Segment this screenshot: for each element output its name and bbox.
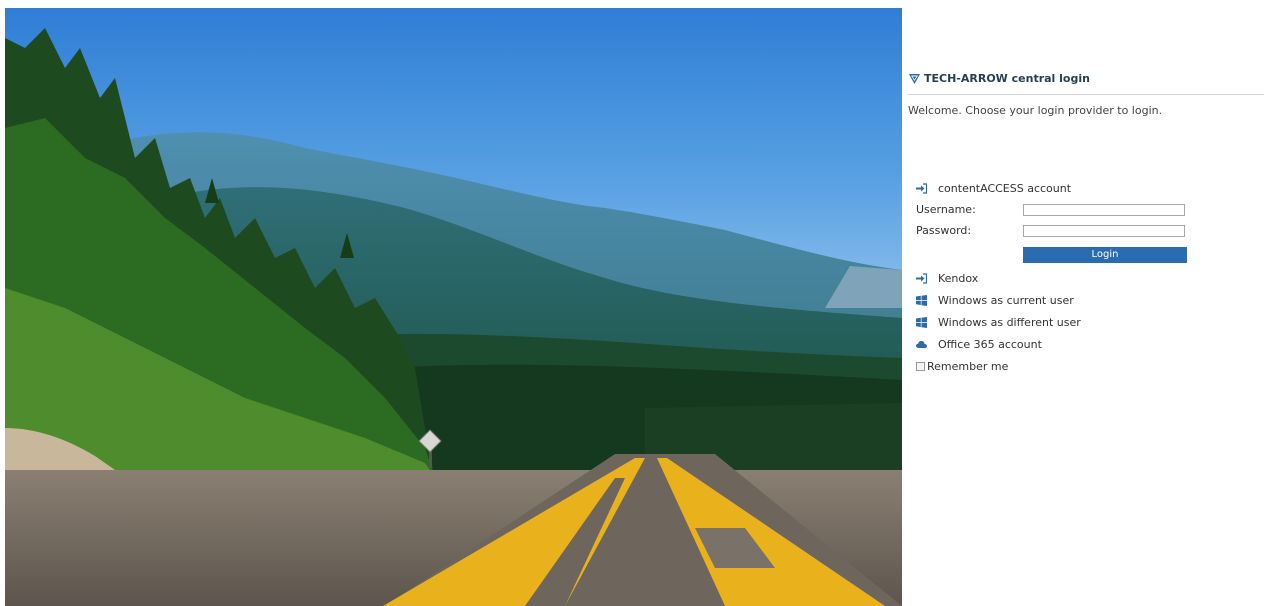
username-label: Username: bbox=[916, 203, 976, 216]
sign-in-icon bbox=[916, 272, 927, 284]
password-label: Password: bbox=[916, 224, 972, 237]
sign-in-icon bbox=[916, 182, 927, 194]
provider-label: Windows as different user bbox=[938, 315, 1081, 329]
remember-me[interactable]: Remember me bbox=[916, 359, 1008, 373]
remember-me-checkbox[interactable] bbox=[916, 361, 925, 371]
provider-office-365[interactable]: Office 365 account bbox=[916, 336, 1042, 352]
windows-icon bbox=[916, 294, 927, 306]
provider-windows-current-user[interactable]: Windows as current user bbox=[916, 292, 1074, 308]
page-title: TECH-ARROW central login bbox=[924, 72, 1090, 85]
panel-header: TECH-ARROW central login bbox=[908, 72, 1264, 95]
welcome-text: Welcome. Choose your login provider to l… bbox=[908, 104, 1163, 117]
password-input[interactable] bbox=[1023, 225, 1185, 237]
provider-label: Kendox bbox=[938, 271, 979, 285]
remember-me-label: Remember me bbox=[927, 359, 1009, 373]
background-landscape-photo bbox=[5, 8, 902, 606]
login-button[interactable]: Login bbox=[1023, 247, 1187, 263]
landscape-illustration bbox=[5, 28, 902, 606]
provider-label: contentACCESS account bbox=[938, 181, 1072, 195]
tech-arrow-logo-icon bbox=[909, 74, 920, 84]
provider-label: Windows as current user bbox=[938, 293, 1074, 307]
provider-contentaccess[interactable]: contentACCESS account bbox=[916, 180, 1071, 196]
login-panel: TECH-ARROW central login Welcome. Choose… bbox=[908, 0, 1264, 606]
windows-icon bbox=[916, 316, 927, 328]
provider-windows-different-user[interactable]: Windows as different user bbox=[916, 314, 1081, 330]
provider-label: Office 365 account bbox=[938, 337, 1042, 351]
provider-kendox[interactable]: Kendox bbox=[916, 270, 978, 286]
cloud-icon bbox=[916, 340, 927, 348]
username-input[interactable] bbox=[1023, 204, 1185, 216]
login-page: TECH-ARROW central login Welcome. Choose… bbox=[0, 0, 1264, 606]
